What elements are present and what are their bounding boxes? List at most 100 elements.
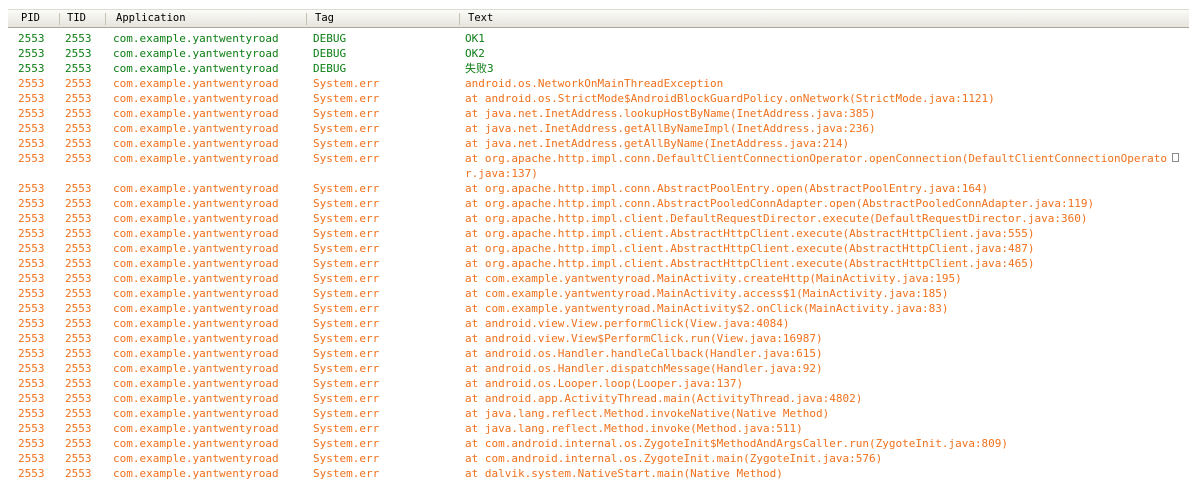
column-divider[interactable] (459, 13, 460, 25)
pid-cell: 2553 (18, 197, 45, 210)
application-cell: com.example.yantwentyroad (113, 452, 279, 465)
column-divider[interactable] (59, 13, 60, 25)
log-row[interactable]: 2553 2553 com.example.yantwentyroad System.… (8, 241, 1189, 256)
log-row[interactable]: 2553 2553 com.example.yantwentyroad System.… (8, 106, 1189, 121)
tid-cell: 2553 (65, 227, 92, 240)
log-row[interactable]: 2553 2553 com.example.yantwentyroad System.… (8, 301, 1189, 316)
tag-cell: System.err (313, 407, 380, 420)
tid-cell: 2553 (65, 62, 92, 75)
log-row[interactable]: 2553 2553 com.example.yantwentyroad System.… (8, 316, 1189, 331)
tid-cell: 2553 (65, 107, 92, 120)
log-row[interactable]: 2553 2553 com.example.yantwentyroad System.… (8, 151, 1189, 181)
message-cell: at android.view.View$PerformClick.run(Vi… (465, 332, 823, 345)
log-row[interactable]: 2553 2553 com.example.yantwentyroad System.… (8, 436, 1189, 451)
message-cell: OK2 (465, 47, 485, 60)
column-header-tag[interactable]: Tag (315, 10, 455, 27)
tag-cell: System.err (313, 242, 380, 255)
message-cell: at org.apache.http.impl.client.AbstractH… (465, 242, 1035, 255)
message-cell: at java.net.InetAddress.lookupHostByName… (465, 107, 876, 120)
log-row[interactable]: 2553 2553 com.example.yantwentyroad DEBUG OK… (8, 31, 1189, 46)
application-cell: com.example.yantwentyroad (113, 407, 279, 420)
pid-cell: 2553 (18, 392, 45, 405)
pid-cell: 2553 (18, 287, 45, 300)
log-row[interactable]: 2553 2553 com.example.yantwentyroad System.… (8, 271, 1189, 286)
log-row[interactable]: 2553 2553 com.example.yantwentyroad System.… (8, 346, 1189, 361)
tag-cell: System.err (313, 272, 380, 285)
tid-cell: 2553 (65, 92, 92, 105)
tid-cell: 2553 (65, 257, 92, 270)
tag-cell: System.err (313, 362, 380, 375)
tid-cell: 2553 (65, 407, 92, 420)
tag-cell: DEBUG (313, 62, 347, 75)
log-row[interactable]: 2553 2553 com.example.yantwentyroad System.… (8, 376, 1189, 391)
tid-cell: 2553 (65, 152, 92, 165)
log-row[interactable]: 2553 2553 com.example.yantwentyroad System.… (8, 256, 1189, 271)
message-cell: at android.view.View.performClick(View.j… (465, 317, 790, 330)
column-header-pid[interactable]: PID (21, 10, 61, 27)
application-cell: com.example.yantwentyroad (113, 377, 279, 390)
application-cell: com.example.yantwentyroad (113, 182, 279, 195)
log-row[interactable]: 2553 2553 com.example.yantwentyroad System.… (8, 121, 1189, 136)
pid-cell: 2553 (18, 347, 45, 360)
log-row[interactable]: 2553 2553 com.example.yantwentyroad DEBUG 失败… (8, 61, 1189, 76)
application-cell: com.example.yantwentyroad (113, 362, 279, 375)
log-row[interactable]: 2553 2553 com.example.yantwentyroad System.… (8, 406, 1189, 421)
message-cell: at android.os.Handler.handleCallback(Han… (465, 347, 823, 360)
tag-cell: System.err (313, 302, 380, 315)
tag-cell: System.err (313, 332, 380, 345)
tid-cell: 2553 (65, 452, 92, 465)
tid-cell: 2553 (65, 182, 92, 195)
tag-cell: System.err (313, 392, 380, 405)
application-cell: com.example.yantwentyroad (113, 287, 279, 300)
application-cell: com.example.yantwentyroad (113, 62, 279, 75)
column-header: PID TID Application Tag Text (8, 9, 1189, 28)
log-row[interactable]: 2553 2553 com.example.yantwentyroad System.… (8, 421, 1189, 436)
log-row[interactable]: 2553 2553 com.example.yantwentyroad System.… (8, 391, 1189, 406)
application-cell: com.example.yantwentyroad (113, 107, 279, 120)
column-header-application[interactable]: Application (116, 10, 296, 27)
column-header-text[interactable]: Text (468, 10, 668, 27)
message-cell: 失败3 (465, 62, 494, 75)
log-row[interactable]: 2553 2553 com.example.yantwentyroad DEBUG OK… (8, 46, 1189, 61)
pid-cell: 2553 (18, 242, 45, 255)
pid-cell: 2553 (18, 272, 45, 285)
tid-cell: 2553 (65, 32, 92, 45)
log-row[interactable]: 2553 2553 com.example.yantwentyroad System.… (8, 196, 1189, 211)
log-row[interactable]: 2553 2553 com.example.yantwentyroad System.… (8, 451, 1189, 466)
tag-cell: System.err (313, 92, 380, 105)
tag-cell: System.err (313, 422, 380, 435)
log-row[interactable]: 2553 2553 com.example.yantwentyroad System.… (8, 211, 1189, 226)
log-row[interactable]: 2553 2553 com.example.yantwentyroad System.… (8, 136, 1189, 151)
log-row[interactable]: 2553 2553 com.example.yantwentyroad System.… (8, 181, 1189, 196)
tag-cell: System.err (313, 377, 380, 390)
column-divider[interactable] (105, 13, 106, 25)
tag-cell: System.err (313, 182, 380, 195)
column-header-tid[interactable]: TID (67, 10, 107, 27)
tid-cell: 2553 (65, 212, 92, 225)
log-row[interactable]: 2553 2553 com.example.yantwentyroad System.… (8, 361, 1189, 376)
message-cell: at java.net.InetAddress.getAllByName(Ine… (465, 137, 850, 150)
application-cell: com.example.yantwentyroad (113, 302, 279, 315)
column-divider[interactable] (306, 13, 307, 25)
log-row[interactable]: 2553 2553 com.example.yantwentyroad System.… (8, 331, 1189, 346)
pid-cell: 2553 (18, 212, 45, 225)
application-cell: com.example.yantwentyroad (113, 392, 279, 405)
log-row[interactable]: 2553 2553 com.example.yantwentyroad System.… (8, 76, 1189, 91)
tag-cell: System.err (313, 227, 380, 240)
pid-cell: 2553 (18, 62, 45, 75)
tid-cell: 2553 (65, 47, 92, 60)
log-row[interactable]: 2553 2553 com.example.yantwentyroad System.… (8, 226, 1189, 241)
message-cell: at org.apache.http.impl.client.DefaultRe… (465, 212, 1088, 225)
message-cell: android.os.NetworkOnMainThreadException (465, 77, 724, 90)
log-row[interactable]: 2553 2553 com.example.yantwentyroad System.… (8, 466, 1189, 481)
message-cell: at com.example.yantwentyroad.MainActivit… (465, 272, 962, 285)
log-row[interactable]: 2553 2553 com.example.yantwentyroad System.… (8, 91, 1189, 106)
message-cell: at java.net.InetAddress.getAllByNameImpl… (465, 122, 876, 135)
pid-cell: 2553 (18, 452, 45, 465)
pid-cell: 2553 (18, 302, 45, 315)
log-list[interactable]: 2553 2553 com.example.yantwentyroad DEBUG OK… (8, 31, 1189, 481)
log-row[interactable]: 2553 2553 com.example.yantwentyroad System.… (8, 286, 1189, 301)
tag-cell: System.err (313, 257, 380, 270)
application-cell: com.example.yantwentyroad (113, 272, 279, 285)
message-cell: at java.lang.reflect.Method.invokeNative… (465, 407, 830, 420)
